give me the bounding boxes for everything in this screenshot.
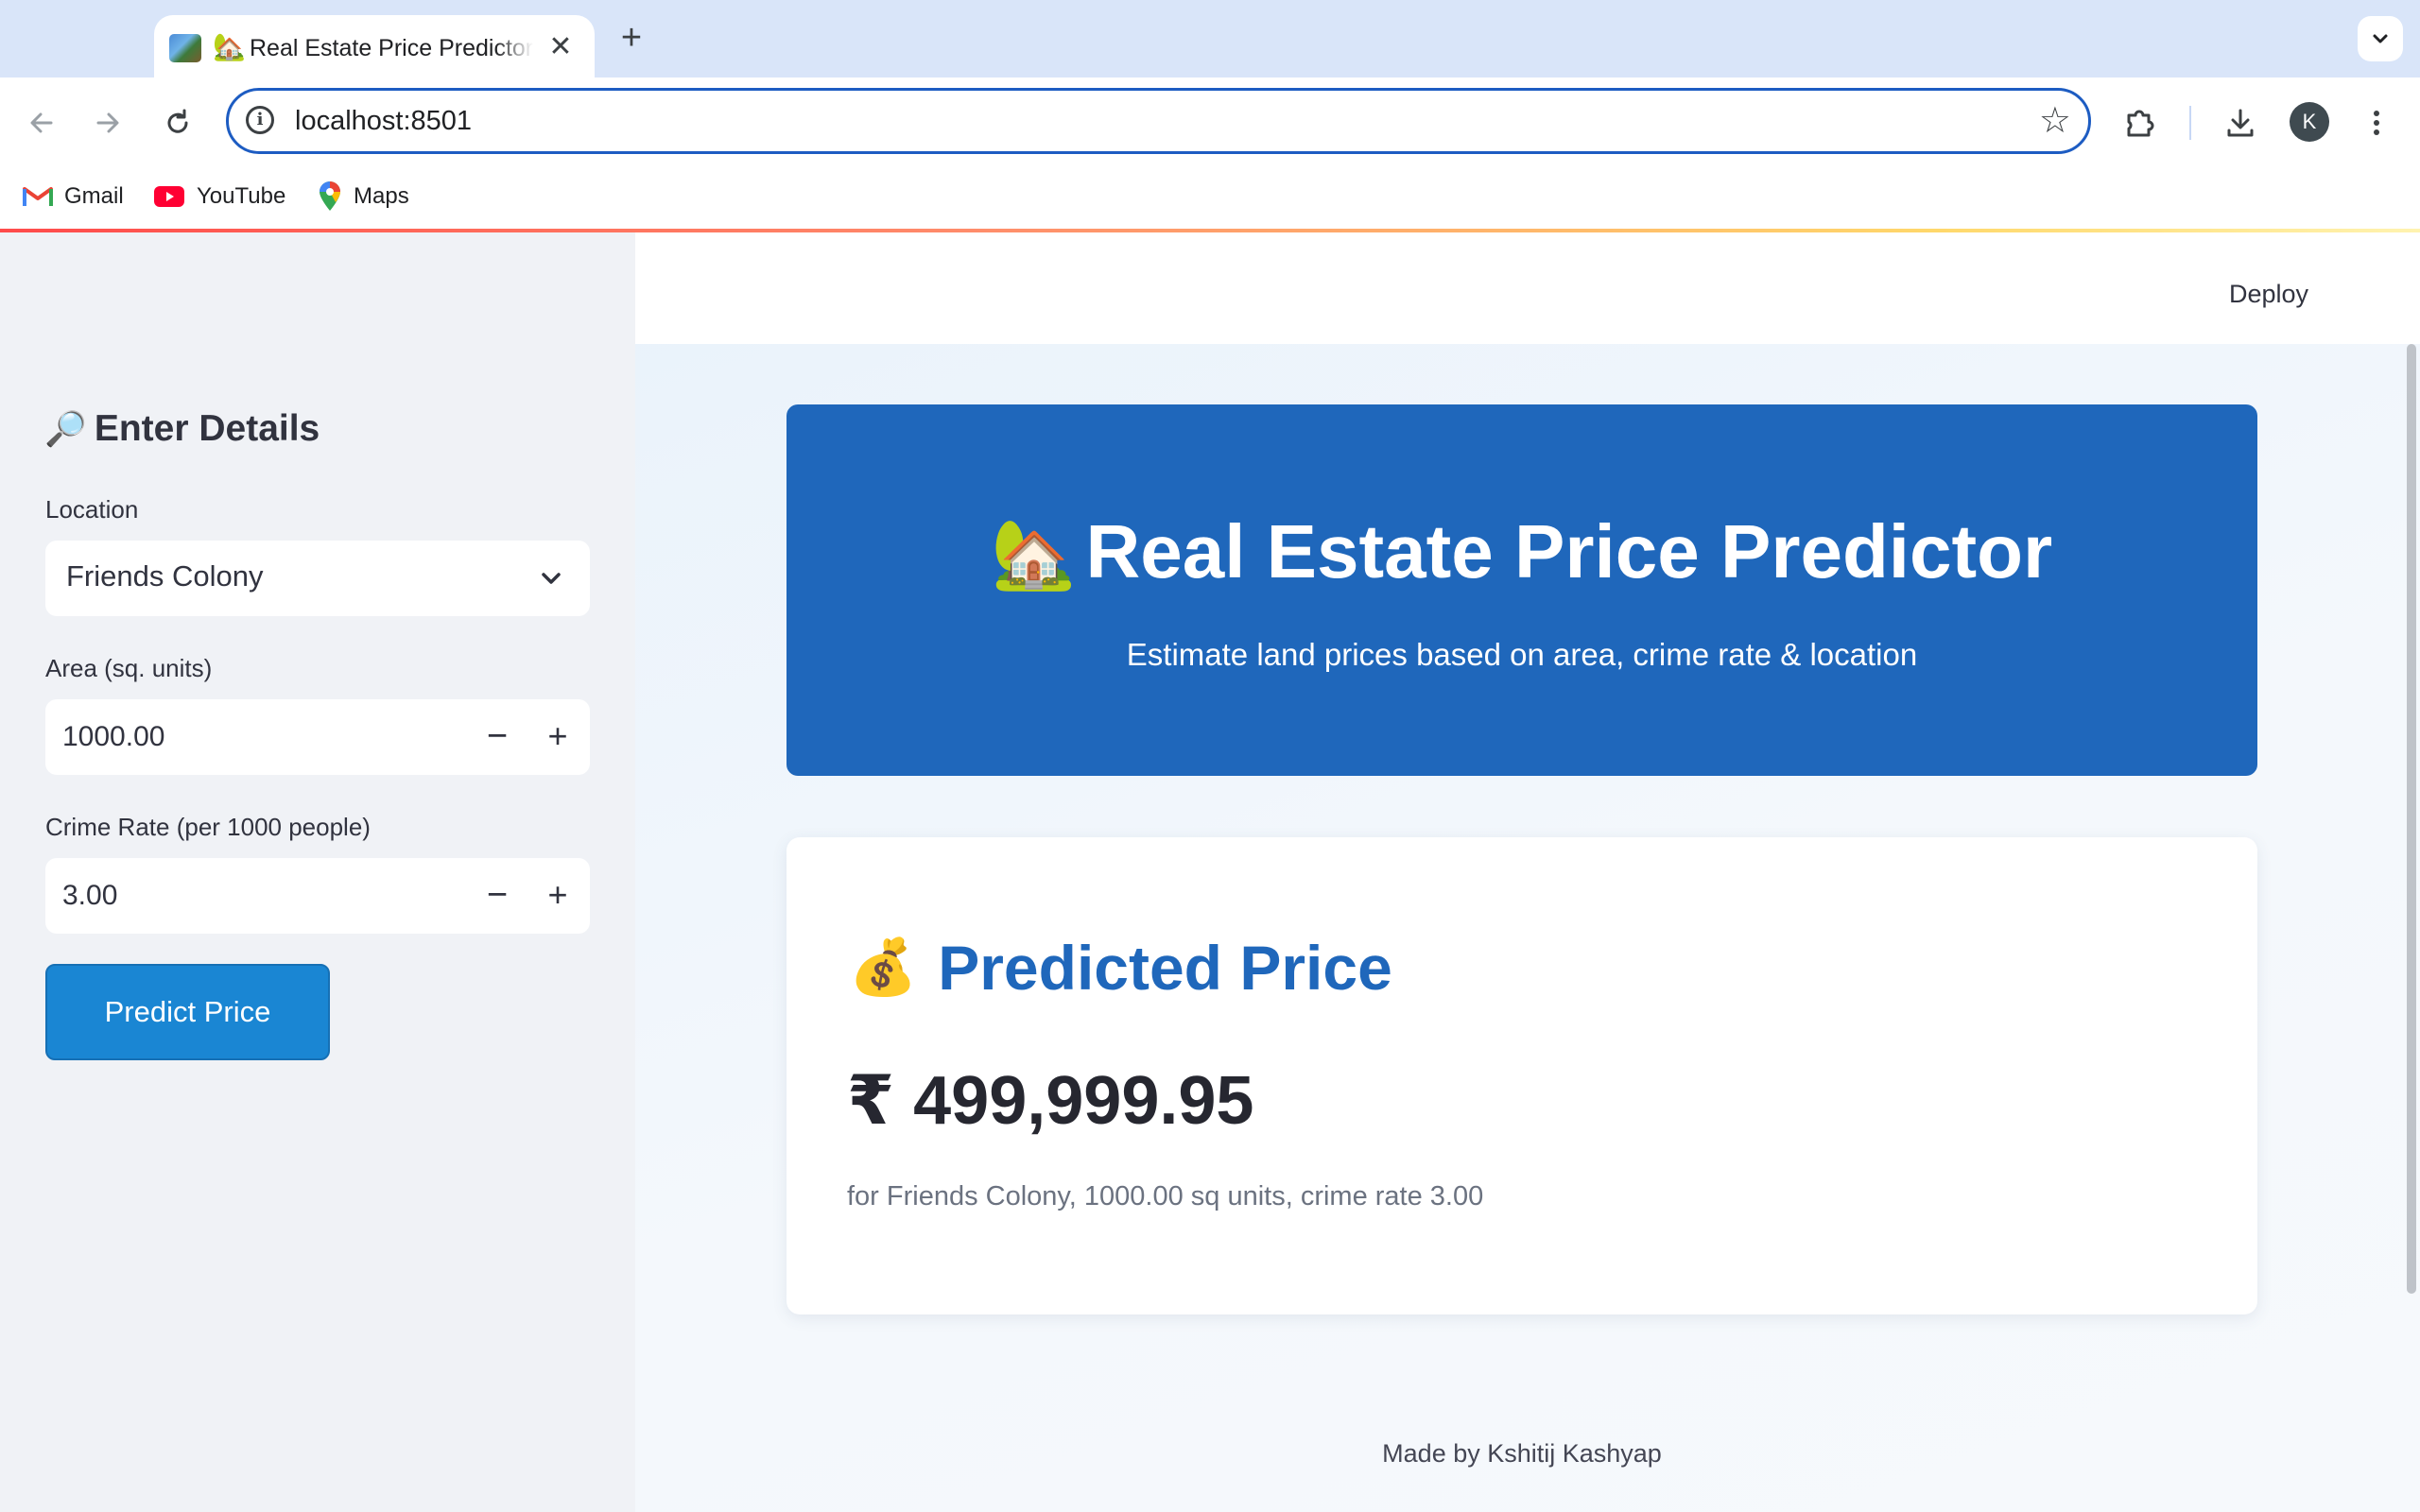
chevron-down-icon	[2373, 34, 2388, 43]
reload-button[interactable]	[155, 100, 200, 146]
area-label: Area (sq. units)	[45, 654, 213, 682]
magnifier-icon: 🔎	[44, 409, 87, 448]
house-icon: 🏡	[991, 517, 1077, 593]
more-vert-icon	[2374, 111, 2379, 135]
arrow-right-icon	[96, 112, 119, 133]
tab-favicon-icon	[169, 34, 201, 62]
location-select[interactable]: Friends Colony	[45, 541, 590, 616]
area-decrement-button[interactable]: −	[475, 714, 520, 760]
bookmark-label: Gmail	[64, 183, 124, 209]
result-card: 💰 Predicted Price ₹ 499,999.95 for Frien…	[786, 837, 2257, 1314]
forward-button[interactable]	[85, 100, 130, 146]
hero-banner: 🏡 Real Estate Price Predictor Estimate la…	[786, 404, 2257, 776]
arrow-left-icon	[30, 112, 53, 133]
download-icon	[2227, 109, 2254, 137]
browser-toolbar: i localhost:8501 ☆ K	[0, 77, 2420, 166]
site-info-icon[interactable]: i	[246, 106, 274, 134]
toolbar-divider	[2189, 106, 2191, 140]
bookmark-star-icon[interactable]: ☆	[2039, 102, 2071, 140]
bookmark-gmail[interactable]: Gmail	[23, 180, 124, 214]
result-title-text: Predicted Price	[938, 933, 1392, 1003]
tab-search-button[interactable]	[2358, 16, 2403, 61]
crime-rate-label: Crime Rate (per 1000 people)	[45, 813, 371, 841]
prediction-details: for Friends Colony, 1000.00 sq units, cr…	[847, 1181, 1484, 1211]
location-label: Location	[45, 495, 139, 524]
bookmark-label: YouTube	[197, 183, 286, 209]
sidebar-title-text: Enter Details	[94, 408, 320, 449]
hero-title: 🏡 Real Estate Price Predictor	[786, 508, 2257, 595]
deploy-button[interactable]: Deploy	[2229, 280, 2308, 309]
new-tab-button[interactable]: +	[613, 19, 650, 57]
maps-icon	[320, 181, 340, 211]
app-header: Deploy	[635, 232, 2420, 344]
predict-price-button[interactable]: Predict Price	[45, 964, 330, 1060]
browser-tab[interactable]: 🏡 Real Estate Price Predictor ✕	[154, 15, 595, 77]
back-button[interactable]	[19, 100, 64, 146]
tab-house-icon: 🏡	[213, 32, 246, 61]
bookmarks-bar: Gmail YouTube Maps	[0, 166, 2420, 229]
main-scrollbar[interactable]	[2407, 344, 2416, 1294]
reload-icon	[167, 109, 188, 133]
area-increment-button[interactable]: +	[535, 714, 580, 760]
gmail-icon	[23, 187, 53, 206]
area-input[interactable]	[45, 699, 452, 775]
crime-rate-increment-button[interactable]: +	[535, 873, 580, 919]
sidebar-title: 🔎 Enter Details	[44, 408, 320, 450]
area-stepper: − +	[45, 699, 590, 775]
location-value: Friends Colony	[66, 559, 264, 593]
url-text[interactable]: localhost:8501	[295, 104, 472, 138]
money-bag-icon: 💰	[849, 936, 918, 998]
bookmark-youtube[interactable]: YouTube	[153, 180, 285, 214]
address-bar[interactable]: i localhost:8501 ☆	[226, 88, 2091, 154]
crime-rate-decrement-button[interactable]: −	[475, 873, 520, 919]
chevron-down-icon	[542, 573, 561, 584]
result-title: 💰 Predicted Price	[849, 932, 1392, 1004]
puzzle-icon	[2127, 110, 2154, 137]
tab-close-icon[interactable]: ✕	[545, 32, 576, 62]
profile-avatar[interactable]: K	[2290, 102, 2329, 142]
crime-rate-stepper: − +	[45, 858, 590, 934]
bookmark-maps[interactable]: Maps	[318, 180, 409, 214]
hero-title-text: Real Estate Price Predictor	[1085, 509, 2053, 593]
bookmark-label: Maps	[354, 183, 409, 209]
youtube-icon	[154, 186, 184, 207]
footer-credit: Made by Kshitij Kashyap	[1382, 1439, 1662, 1468]
predicted-price: ₹ 499,999.95	[847, 1063, 1254, 1139]
menu-button[interactable]	[2354, 100, 2399, 146]
tab-title: Real Estate Price Predictor	[250, 33, 533, 63]
extensions-button[interactable]	[2118, 100, 2163, 146]
crime-rate-input[interactable]	[45, 858, 452, 934]
downloads-button[interactable]	[2218, 100, 2263, 146]
tab-strip: 🏡 Real Estate Price Predictor ✕ +	[0, 0, 2420, 77]
hero-subtitle: Estimate land prices based on area, crim…	[1126, 637, 1918, 672]
